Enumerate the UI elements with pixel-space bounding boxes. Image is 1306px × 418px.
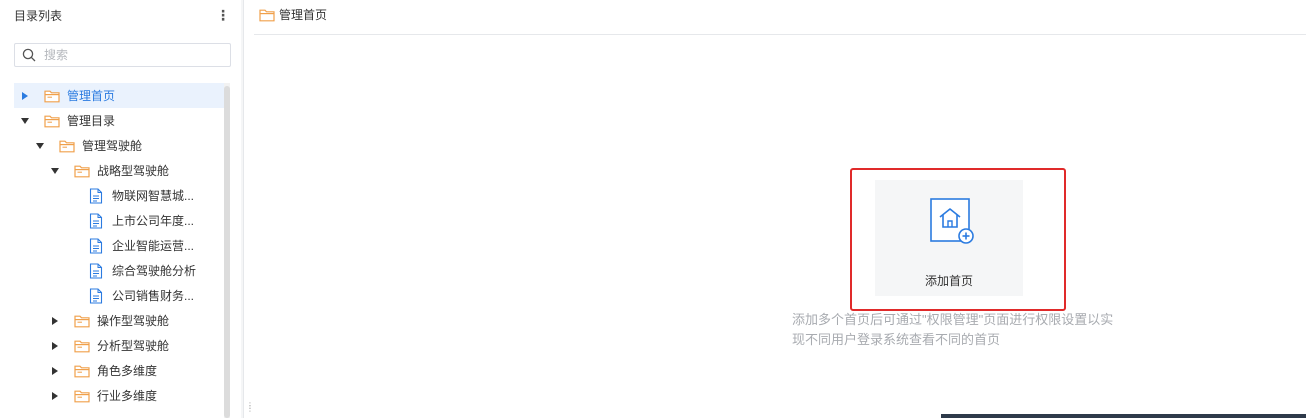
- tree-item-label: 企业智能运营...: [112, 239, 195, 253]
- tree-item[interactable]: 物联网智慧城...: [14, 183, 224, 208]
- folder-icon: [74, 388, 90, 404]
- search-box[interactable]: [14, 43, 231, 67]
- tree-item-label: 管理目录: [67, 114, 116, 128]
- tree-item[interactable]: 综合驾驶舱分析: [14, 258, 224, 283]
- main-panel: 管理首页 添加首页 添加多个首页后可通过"权限管理"页面进行权限设置以实现不同用…: [244, 0, 1306, 418]
- tree-item-label: 物联网智慧城...: [112, 189, 195, 203]
- tree-item-label: 管理首页: [67, 89, 116, 103]
- search-input[interactable]: [42, 47, 216, 63]
- tree-item[interactable]: 分析型驾驶舱: [14, 333, 224, 358]
- hint-text: 添加多个首页后可通过"权限管理"页面进行权限设置以实现不同用户登录系统查看不同的…: [792, 312, 1114, 347]
- tree-item[interactable]: 企业智能运营...: [14, 233, 224, 258]
- document-icon: [89, 262, 105, 279]
- tree-item[interactable]: 公司销售财务...: [14, 283, 224, 308]
- search-icon: [22, 48, 36, 62]
- tree-item-label: 分析型驾驶舱: [97, 339, 170, 353]
- directory-sidebar: 目录列表 ⋮ 管理首页管理目录管理驾驶舱战略型驾驶舱物联网智慧城... 上市公司年…: [0, 0, 241, 418]
- breadcrumb-bar: 管理首页: [244, 0, 1306, 34]
- tree-item-label: 综合驾驶舱分析: [112, 264, 197, 278]
- folder-icon: [74, 163, 90, 179]
- document-icon: [89, 237, 105, 254]
- tree-item-label: 操作型驾驶舱: [97, 314, 170, 328]
- tree-item[interactable]: 行业多维度: [14, 383, 224, 408]
- expand-arrow-icon[interactable]: [19, 90, 31, 102]
- folder-icon: [44, 88, 60, 104]
- collapse-arrow-icon[interactable]: [19, 115, 31, 127]
- tree-item-label: 行业多维度: [97, 389, 158, 403]
- tree-item[interactable]: 战略型驾驶舱: [14, 158, 224, 183]
- folder-icon: [74, 313, 90, 329]
- more-options-icon[interactable]: ⋮: [216, 8, 230, 22]
- sidebar-title: 目录列表: [14, 8, 63, 23]
- tree-item-label: 公司销售财务...: [112, 289, 195, 303]
- document-icon: [89, 187, 105, 204]
- folder-icon: [59, 138, 75, 154]
- breadcrumb-divider: [254, 34, 1306, 35]
- highlight-box: [850, 168, 1066, 311]
- expand-arrow-icon[interactable]: [49, 365, 61, 377]
- taskbar-strip: [941, 414, 1306, 418]
- collapse-arrow-icon[interactable]: [34, 140, 46, 152]
- tree-item[interactable]: 管理驾驶舱: [14, 133, 224, 158]
- directory-tree: 管理首页管理目录管理驾驶舱战略型驾驶舱物联网智慧城... 上市公司年度... 企业智…: [14, 83, 224, 418]
- expand-arrow-icon[interactable]: [49, 315, 61, 327]
- breadcrumb[interactable]: 管理首页: [259, 6, 327, 23]
- folder-icon: [74, 338, 90, 354]
- folder-icon: [74, 363, 90, 379]
- tree-scrollbar-thumb[interactable]: [224, 86, 230, 418]
- tree-item-label: 上市公司年度...: [112, 214, 195, 228]
- expand-arrow-icon[interactable]: [49, 340, 61, 352]
- tree-item[interactable]: 上市公司年度...: [14, 208, 224, 233]
- folder-icon: [44, 113, 60, 129]
- tree-item[interactable]: 管理目录: [14, 108, 224, 133]
- tree-item-label: 角色多维度: [97, 364, 158, 378]
- folder-icon: [259, 9, 275, 21]
- tree-item-label: 战略型驾驶舱: [97, 164, 170, 178]
- sidebar-header: 目录列表 ⋮: [14, 6, 230, 24]
- collapse-arrow-icon[interactable]: [49, 165, 61, 177]
- document-icon: [89, 212, 105, 229]
- expand-arrow-icon[interactable]: [49, 390, 61, 402]
- tree-item-label: 管理驾驶舱: [82, 139, 143, 153]
- tree-item[interactable]: 角色多维度: [14, 358, 224, 383]
- breadcrumb-label: 管理首页: [279, 8, 328, 22]
- tree-item[interactable]: 管理首页: [14, 83, 224, 108]
- document-icon: [89, 287, 105, 304]
- tree-item[interactable]: 操作型驾驶舱: [14, 308, 224, 333]
